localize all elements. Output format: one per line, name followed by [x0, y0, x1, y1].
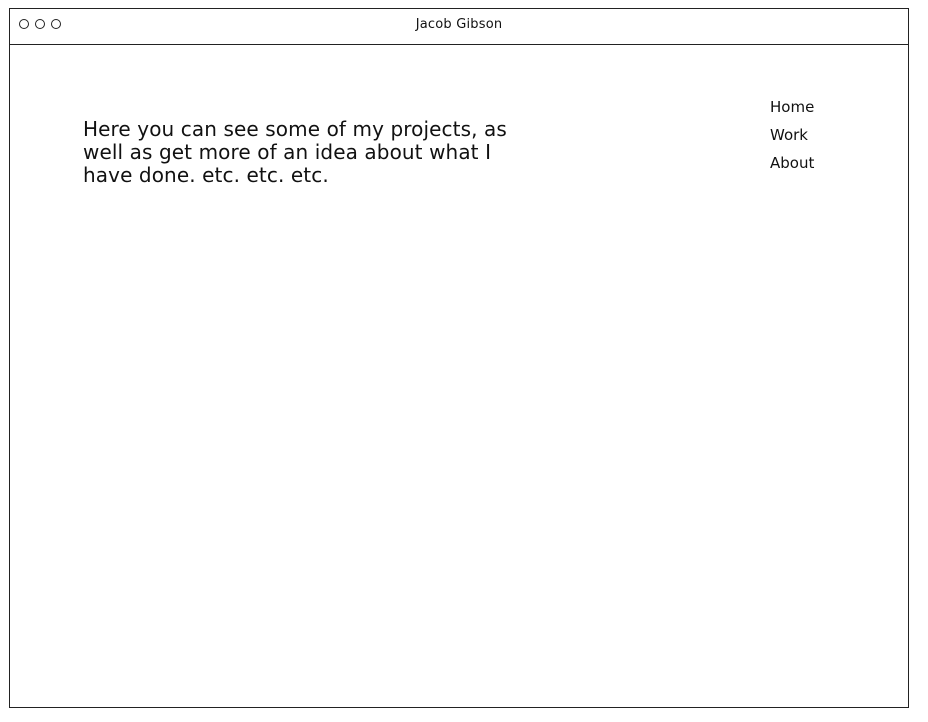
nav-menu: Home Work About — [770, 93, 814, 177]
title-bar: Jacob Gibson — [10, 9, 908, 45]
nav-item-home[interactable]: Home — [770, 93, 814, 121]
window-title: Jacob Gibson — [415, 17, 503, 32]
nav-item-about[interactable]: About — [770, 149, 814, 177]
browser-window: Jacob Gibson Here you can see some of my… — [9, 8, 909, 708]
intro-text: Here you can see some of my projects, as… — [83, 117, 507, 187]
nav-item-work[interactable]: Work — [770, 121, 814, 149]
